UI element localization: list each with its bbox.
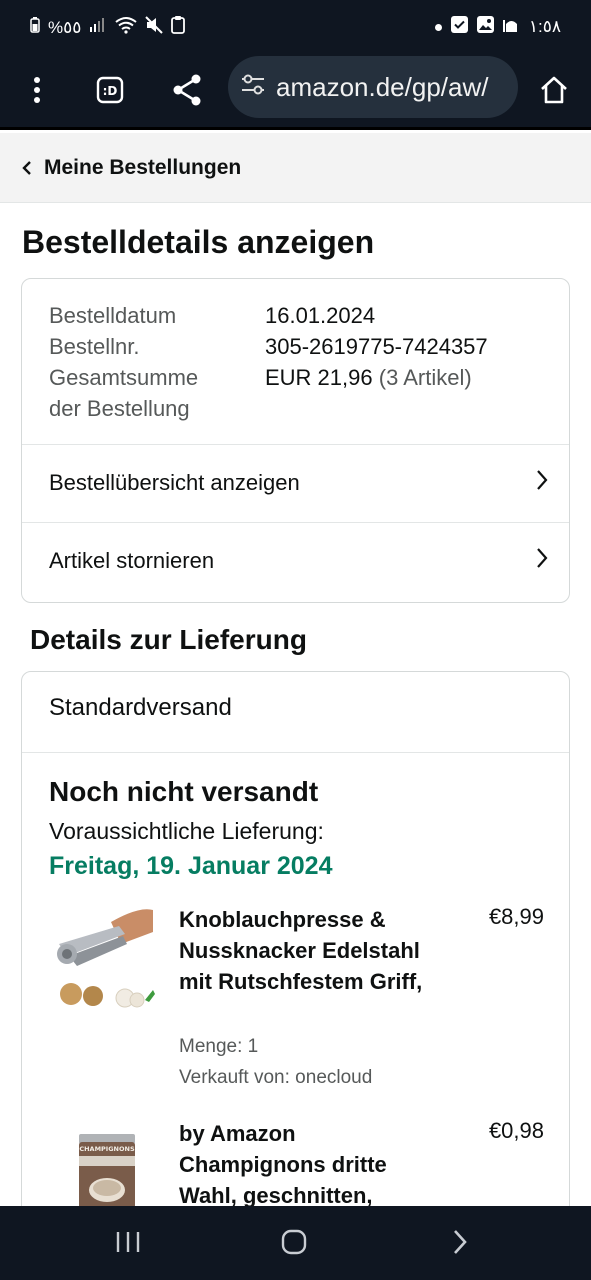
breadcrumb-label[interactable]: Meine Bestellungen xyxy=(44,156,241,180)
order-total-label: Gesamtsumme der Bestellung xyxy=(49,362,265,424)
home-icon xyxy=(539,76,569,109)
home-nav-button[interactable] xyxy=(274,1228,314,1260)
tab-switcher-button[interactable]: :D xyxy=(88,70,132,114)
product-price: €0,98 xyxy=(488,1118,544,1143)
share-icon xyxy=(172,74,202,111)
order-overview-link[interactable]: Bestellübersicht anzeigen xyxy=(22,444,569,522)
order-date-value: 16.01.2024 xyxy=(265,303,376,328)
mosque-icon xyxy=(502,16,520,38)
order-date-label: Bestelldatum xyxy=(49,303,177,328)
notification-dot-icon xyxy=(434,23,442,31)
chevron-right-icon xyxy=(535,468,549,498)
home-circle-icon xyxy=(281,1229,307,1260)
signal-icon xyxy=(89,17,107,38)
breadcrumb[interactable]: Meine Bestellungen xyxy=(0,133,591,203)
order-total-amount: EUR 21,96 xyxy=(265,365,373,390)
order-number-value: 305-2619775-7424357 xyxy=(265,334,488,359)
product-image-garlic-press[interactable] xyxy=(49,904,159,1014)
order-overview-label: Bestellübersicht anzeigen xyxy=(49,470,300,495)
order-number-label: Bestellnr. xyxy=(49,334,140,359)
chevron-left-icon xyxy=(20,158,34,178)
status-right: ١:٥٨ xyxy=(434,16,561,38)
chevron-right-icon xyxy=(535,546,549,576)
url-text: amazon.de/gp/aw/ xyxy=(276,71,489,102)
mute-icon xyxy=(145,16,164,39)
cancel-items-link[interactable]: Artikel stornieren xyxy=(22,522,569,600)
can-label: CHAMPIGNONS xyxy=(79,1145,135,1153)
status-left: %٥٥ xyxy=(30,16,186,39)
order-item-count: (3 Artikel) xyxy=(378,365,472,390)
order-total-label-line2: der Bestellung xyxy=(49,396,190,421)
divider xyxy=(22,752,569,753)
recent-apps-button[interactable] xyxy=(108,1228,148,1260)
delivery-eta-label: Voraussichtliche Lieferung: xyxy=(49,818,324,844)
status-bar: %٥٥ ١:٥٨ xyxy=(0,0,591,56)
shipping-method: Standardversand xyxy=(49,694,232,721)
delivery-card: Standardversand Noch nicht versandt Vora… xyxy=(21,671,570,1271)
order-summary-card: Bestelldatum 16.01.2024 Bestellnr. 305-2… xyxy=(21,278,570,603)
check-notification-icon xyxy=(450,16,468,38)
back-nav-button[interactable] xyxy=(440,1228,480,1260)
order-total-value: EUR 21,96 (3 Artikel) xyxy=(265,362,472,424)
more-menu-button[interactable] xyxy=(15,70,59,114)
product-seller: Verkauft von: onecloud xyxy=(179,1067,373,1088)
product-quantity: Menge: 1 xyxy=(179,1036,259,1057)
shipment-status: Noch nicht versandt xyxy=(49,776,319,807)
browser-toolbar: :D amazon.de/gp/aw/ xyxy=(0,56,591,130)
page-title: Bestelldetails anzeigen xyxy=(22,224,375,260)
address-bar[interactable]: amazon.de/gp/aw/ xyxy=(228,56,518,118)
list-item: Knoblauchpresse & Nussknacker Edelstahl … xyxy=(49,904,544,1094)
wifi-icon xyxy=(115,16,138,39)
vertical-dots-icon xyxy=(33,76,41,109)
clock-time: ١:٥٨ xyxy=(528,17,561,36)
product-title[interactable]: by Amazon Champignons dritte Wahl, gesch… xyxy=(179,1118,439,1211)
delivery-eta-date: Freitag, 19. Januar 2024 xyxy=(49,852,333,880)
battery-icon xyxy=(30,17,40,38)
product-title[interactable]: Knoblauchpresse & Nussknacker Edelstahl … xyxy=(179,904,439,997)
order-summary-grid: Bestelldatum 16.01.2024 Bestellnr. 305-2… xyxy=(49,300,488,424)
chevron-right-icon xyxy=(451,1228,469,1261)
site-settings-icon[interactable] xyxy=(240,74,266,101)
clipboard-icon xyxy=(171,16,186,39)
share-button[interactable] xyxy=(165,70,209,114)
svg-text::D: :D xyxy=(103,84,118,98)
delivery-section-title: Details zur Lieferung xyxy=(30,624,307,655)
battery-percent: %٥٥ xyxy=(48,17,82,37)
cancel-items-label: Artikel stornieren xyxy=(49,548,215,573)
home-button[interactable] xyxy=(532,70,576,114)
gallery-icon xyxy=(476,16,494,38)
tab-switcher-icon: :D xyxy=(96,76,124,109)
recent-apps-icon xyxy=(115,1230,141,1259)
order-total-label-line1: Gesamtsumme xyxy=(49,365,199,390)
product-price: €8,99 xyxy=(488,904,544,929)
system-navigation-bar xyxy=(0,1206,591,1280)
